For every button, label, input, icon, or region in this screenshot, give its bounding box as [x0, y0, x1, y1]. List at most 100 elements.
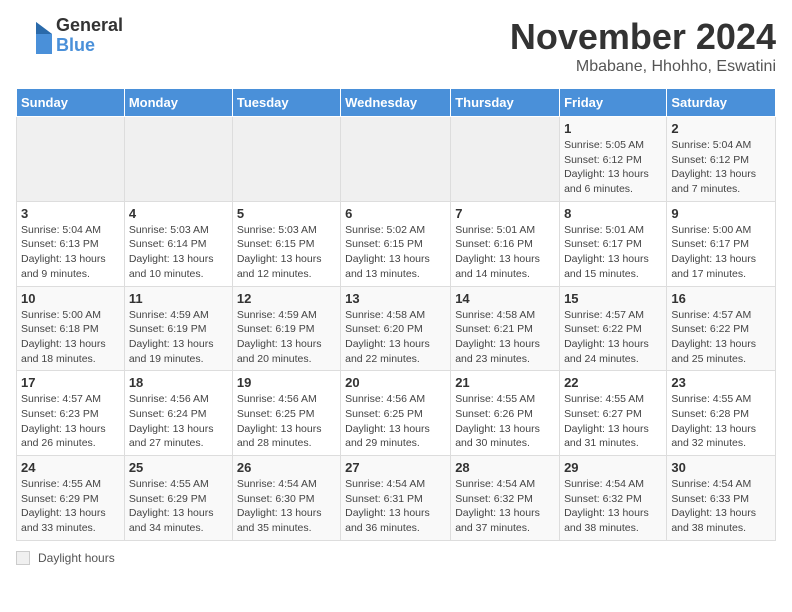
calendar-cell: 30 Sunrise: 4:54 AM Sunset: 6:33 PM Dayli…	[667, 456, 776, 541]
calendar-cell: 14 Sunrise: 4:58 AM Sunset: 6:21 PM Dayli…	[451, 286, 560, 371]
day-info: Sunrise: 4:55 AM Sunset: 6:27 PM Dayligh…	[564, 392, 662, 451]
logo-blue-text: Blue	[56, 36, 123, 56]
calendar-week-5: 24Sunrise: 4:55 AM Sunset: 6:29 PM Dayli…	[17, 456, 776, 541]
calendar-cell	[17, 117, 125, 202]
day-info: Sunrise: 5:01 AM Sunset: 6:17 PM Dayligh…	[564, 223, 662, 282]
day-info: Sunrise: 5:03 AM Sunset: 6:15 PM Dayligh…	[237, 223, 336, 282]
day-info: Sunrise: 4:54 AM Sunset: 6:32 PM Dayligh…	[564, 477, 662, 536]
day-number: 26	[237, 460, 336, 475]
calendar-table: SundayMondayTuesdayWednesdayThursdayFrid…	[16, 88, 776, 541]
calendar-cell: 12 Sunrise: 4:59 AM Sunset: 6:19 PM Dayli…	[232, 286, 340, 371]
calendar-cell	[451, 117, 560, 202]
day-info: Sunrise: 5:00 AM Sunset: 6:17 PM Dayligh…	[671, 223, 771, 282]
day-number: 6	[345, 206, 446, 221]
header: General Blue November 2024 Mbabane, Hhoh…	[16, 16, 776, 76]
calendar-cell	[232, 117, 340, 202]
day-number: 22	[564, 375, 662, 390]
calendar-cell: 28 Sunrise: 4:54 AM Sunset: 6:32 PM Dayli…	[451, 456, 560, 541]
day-info: Sunrise: 4:58 AM Sunset: 6:20 PM Dayligh…	[345, 308, 446, 367]
day-number: 28	[455, 460, 555, 475]
calendar-week-1: 1Sunrise: 5:05 AM Sunset: 6:12 PM Daylig…	[17, 117, 776, 202]
day-number: 29	[564, 460, 662, 475]
calendar-cell: 25Sunrise: 4:55 AM Sunset: 6:29 PM Dayli…	[124, 456, 232, 541]
day-number: 8	[564, 206, 662, 221]
header-cell-tuesday: Tuesday	[232, 89, 340, 117]
day-info: Sunrise: 5:02 AM Sunset: 6:15 PM Dayligh…	[345, 223, 446, 282]
calendar-cell: 10Sunrise: 5:00 AM Sunset: 6:18 PM Dayli…	[17, 286, 125, 371]
calendar-cell: 5Sunrise: 5:03 AM Sunset: 6:15 PM Daylig…	[232, 201, 340, 286]
day-number: 3	[21, 206, 120, 221]
main-title: November 2024	[510, 16, 776, 58]
day-info: Sunrise: 4:57 AM Sunset: 6:23 PM Dayligh…	[21, 392, 120, 451]
day-info: Sunrise: 4:56 AM Sunset: 6:25 PM Dayligh…	[345, 392, 446, 451]
calendar-cell: 16 Sunrise: 4:57 AM Sunset: 6:22 PM Dayli…	[667, 286, 776, 371]
day-info: Sunrise: 4:59 AM Sunset: 6:19 PM Dayligh…	[129, 308, 228, 367]
header-cell-sunday: Sunday	[17, 89, 125, 117]
day-number: 16	[671, 291, 771, 306]
calendar-header: SundayMondayTuesdayWednesdayThursdayFrid…	[17, 89, 776, 117]
day-number: 7	[455, 206, 555, 221]
day-number: 20	[345, 375, 446, 390]
day-number: 14	[455, 291, 555, 306]
day-number: 4	[129, 206, 228, 221]
calendar-cell: 19 Sunrise: 4:56 AM Sunset: 6:25 PM Dayli…	[232, 371, 340, 456]
calendar-cell	[341, 117, 451, 202]
day-info: Sunrise: 4:56 AM Sunset: 6:25 PM Dayligh…	[237, 392, 336, 451]
calendar-cell: 23 Sunrise: 4:55 AM Sunset: 6:28 PM Dayli…	[667, 371, 776, 456]
calendar-cell: 8 Sunrise: 5:01 AM Sunset: 6:17 PM Daylig…	[560, 201, 667, 286]
day-info: Sunrise: 4:54 AM Sunset: 6:30 PM Dayligh…	[237, 477, 336, 536]
day-info: Sunrise: 5:05 AM Sunset: 6:12 PM Dayligh…	[564, 138, 662, 197]
subtitle: Mbabane, Hhohho, Eswatini	[510, 58, 776, 76]
calendar-cell: 29 Sunrise: 4:54 AM Sunset: 6:32 PM Dayli…	[560, 456, 667, 541]
calendar-week-3: 10Sunrise: 5:00 AM Sunset: 6:18 PM Dayli…	[17, 286, 776, 371]
legend-label: Daylight hours	[38, 551, 115, 565]
calendar-cell: 2 Sunrise: 5:04 AM Sunset: 6:12 PM Daylig…	[667, 117, 776, 202]
day-number: 11	[129, 291, 228, 306]
day-info: Sunrise: 5:01 AM Sunset: 6:16 PM Dayligh…	[455, 223, 555, 282]
calendar-cell: 7 Sunrise: 5:01 AM Sunset: 6:16 PM Daylig…	[451, 201, 560, 286]
day-number: 12	[237, 291, 336, 306]
day-number: 19	[237, 375, 336, 390]
legend: Daylight hours	[16, 551, 776, 565]
legend-box	[16, 551, 30, 565]
header-row: SundayMondayTuesdayWednesdayThursdayFrid…	[17, 89, 776, 117]
day-number: 15	[564, 291, 662, 306]
calendar-cell: 22 Sunrise: 4:55 AM Sunset: 6:27 PM Dayli…	[560, 371, 667, 456]
calendar-cell: 11 Sunrise: 4:59 AM Sunset: 6:19 PM Dayli…	[124, 286, 232, 371]
day-info: Sunrise: 5:03 AM Sunset: 6:14 PM Dayligh…	[129, 223, 228, 282]
day-number: 24	[21, 460, 120, 475]
calendar-cell: 27Sunrise: 4:54 AM Sunset: 6:31 PM Dayli…	[341, 456, 451, 541]
day-number: 10	[21, 291, 120, 306]
title-area: November 2024 Mbabane, Hhohho, Eswatini	[510, 16, 776, 76]
header-cell-thursday: Thursday	[451, 89, 560, 117]
calendar-cell	[124, 117, 232, 202]
day-number: 9	[671, 206, 771, 221]
day-number: 21	[455, 375, 555, 390]
calendar-week-4: 17 Sunrise: 4:57 AM Sunset: 6:23 PM Dayli…	[17, 371, 776, 456]
day-info: Sunrise: 5:04 AM Sunset: 6:12 PM Dayligh…	[671, 138, 771, 197]
day-info: Sunrise: 4:55 AM Sunset: 6:28 PM Dayligh…	[671, 392, 771, 451]
calendar-cell: 20 Sunrise: 4:56 AM Sunset: 6:25 PM Dayli…	[341, 371, 451, 456]
day-info: Sunrise: 4:55 AM Sunset: 6:26 PM Dayligh…	[455, 392, 555, 451]
day-info: Sunrise: 4:54 AM Sunset: 6:33 PM Dayligh…	[671, 477, 771, 536]
calendar-cell: 13Sunrise: 4:58 AM Sunset: 6:20 PM Dayli…	[341, 286, 451, 371]
day-info: Sunrise: 4:54 AM Sunset: 6:31 PM Dayligh…	[345, 477, 446, 536]
day-info: Sunrise: 4:54 AM Sunset: 6:32 PM Dayligh…	[455, 477, 555, 536]
calendar-cell: 24Sunrise: 4:55 AM Sunset: 6:29 PM Dayli…	[17, 456, 125, 541]
day-number: 25	[129, 460, 228, 475]
day-info: Sunrise: 4:56 AM Sunset: 6:24 PM Dayligh…	[129, 392, 228, 451]
day-info: Sunrise: 4:59 AM Sunset: 6:19 PM Dayligh…	[237, 308, 336, 367]
day-number: 17	[21, 375, 120, 390]
logo: General Blue	[16, 16, 123, 56]
day-info: Sunrise: 4:57 AM Sunset: 6:22 PM Dayligh…	[671, 308, 771, 367]
day-info: Sunrise: 4:58 AM Sunset: 6:21 PM Dayligh…	[455, 308, 555, 367]
day-number: 23	[671, 375, 771, 390]
day-number: 2	[671, 121, 771, 136]
day-number: 30	[671, 460, 771, 475]
calendar-week-2: 3Sunrise: 5:04 AM Sunset: 6:13 PM Daylig…	[17, 201, 776, 286]
day-info: Sunrise: 4:57 AM Sunset: 6:22 PM Dayligh…	[564, 308, 662, 367]
calendar-cell: 1Sunrise: 5:05 AM Sunset: 6:12 PM Daylig…	[560, 117, 667, 202]
calendar-cell: 9 Sunrise: 5:00 AM Sunset: 6:17 PM Daylig…	[667, 201, 776, 286]
header-cell-wednesday: Wednesday	[341, 89, 451, 117]
day-number: 18	[129, 375, 228, 390]
